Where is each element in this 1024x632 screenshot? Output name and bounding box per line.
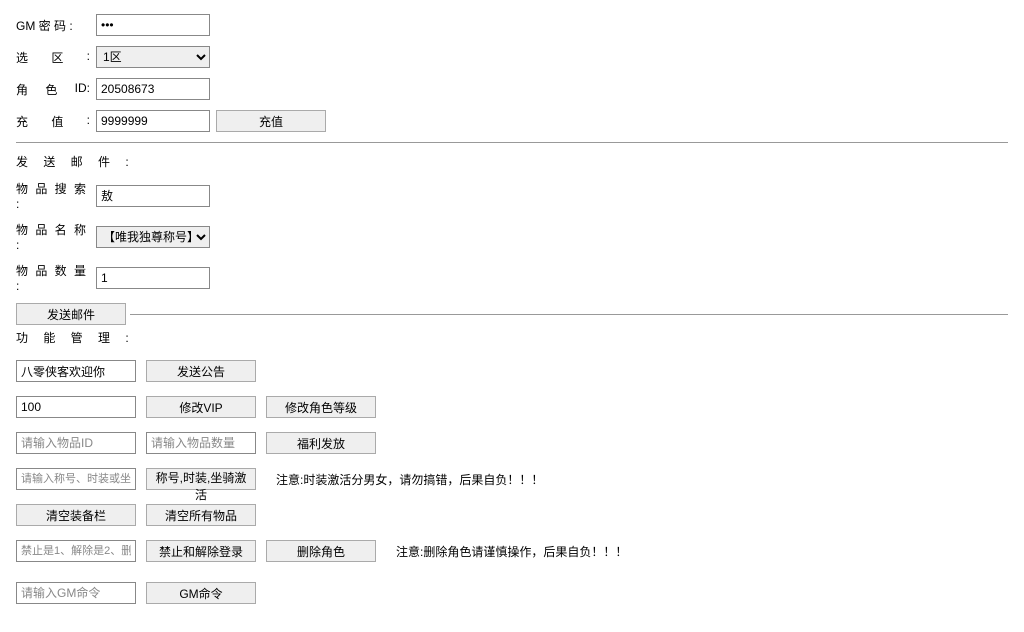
gm-password-input[interactable] xyxy=(96,14,210,36)
ban-unban-button[interactable]: 禁止和解除登录 xyxy=(146,540,256,562)
modify-vip-button[interactable]: 修改VIP xyxy=(146,396,256,418)
delete-role-button[interactable]: 删除角色 xyxy=(266,540,376,562)
item-search-input[interactable] xyxy=(96,185,210,207)
item-name-label: 物 品 名 称 : xyxy=(16,221,96,252)
func-section-label: 功 能 管 理 : xyxy=(16,329,1008,346)
recharge-label: 充值: xyxy=(16,113,96,130)
recharge-button[interactable]: 充值 xyxy=(216,110,326,132)
welfare-item-input[interactable] xyxy=(16,432,136,454)
activate-id-input[interactable] xyxy=(16,468,136,490)
modify-level-button[interactable]: 修改角色等级 xyxy=(266,396,376,418)
welfare-qty-input[interactable] xyxy=(146,432,256,454)
vip-input[interactable] xyxy=(16,396,136,418)
gm-command-button[interactable]: GM命令 xyxy=(146,582,256,604)
zone-select[interactable]: 1区 xyxy=(96,46,210,68)
clear-items-button[interactable]: 清空所有物品 xyxy=(146,504,256,526)
item-qty-input[interactable] xyxy=(96,267,210,289)
send-mail-button[interactable]: 发送邮件 xyxy=(16,303,126,325)
welfare-send-button[interactable]: 福利发放 xyxy=(266,432,376,454)
mail-section-label: 发 送 邮 件 : xyxy=(16,153,1008,170)
divider xyxy=(16,142,1008,143)
char-id-input[interactable] xyxy=(96,78,210,100)
ban-input[interactable] xyxy=(16,540,136,562)
item-search-label: 物 品 搜 索 : xyxy=(16,180,96,211)
notice-input[interactable] xyxy=(16,360,136,382)
gm-password-label: GM 密 码 : xyxy=(16,17,96,34)
activate-button[interactable]: 称号,时装,坐骑激活 xyxy=(146,468,256,490)
activate-warning: 注意:时装激活分男女，请勿搞错，后果自负！！！ xyxy=(276,471,543,488)
zone-label: 选区: xyxy=(16,49,96,66)
char-id-label: 角色ID: xyxy=(16,81,96,98)
clear-equip-button[interactable]: 清空装备栏 xyxy=(16,504,136,526)
delete-warning: 注意:删除角色请谨慎操作，后果自负！！！ xyxy=(396,543,627,560)
item-name-select[interactable]: 【唯我独尊称号】属性 xyxy=(96,226,210,248)
send-notice-button[interactable]: 发送公告 xyxy=(146,360,256,382)
gm-command-input[interactable] xyxy=(16,582,136,604)
recharge-input[interactable] xyxy=(96,110,210,132)
item-qty-label: 物 品 数 量 : xyxy=(16,262,96,293)
